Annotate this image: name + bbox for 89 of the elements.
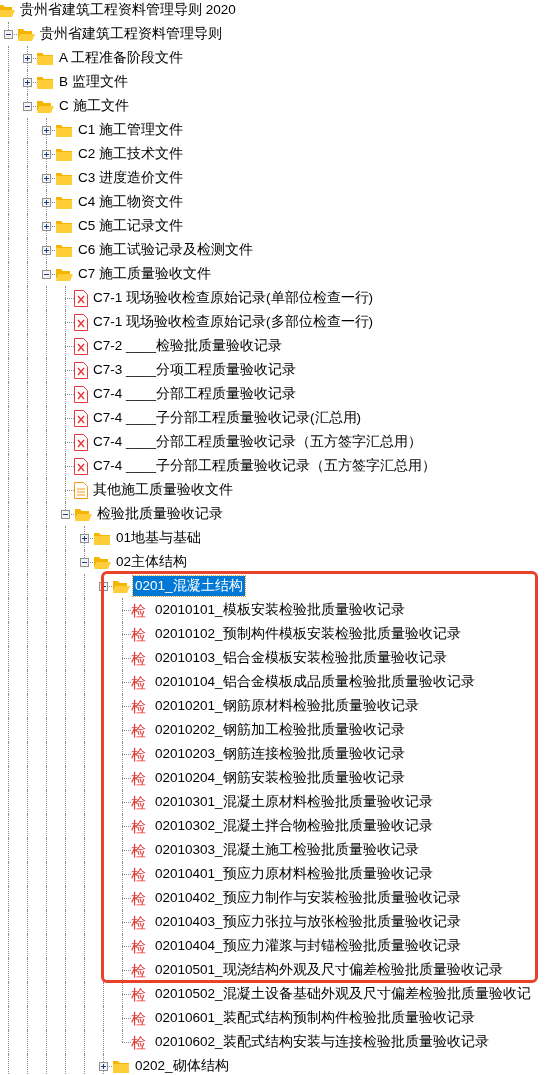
tree-item[interactable]: 02010102_预制构件模板安装检验批质量验收记录 (153, 623, 463, 645)
tree-item[interactable]: C2 施工技术文件 (76, 143, 185, 165)
tree-item[interactable]: C7-2 ____检验批质量验收记录 (91, 335, 285, 357)
tree-item[interactable]: C7-4 ____分部工程质量验收记录 (91, 383, 299, 405)
inspection-badge-icon: 检 (131, 602, 150, 618)
collapse-button[interactable] (23, 102, 32, 111)
tree-item[interactable]: 贵州省建筑工程资料管理导则 (38, 23, 224, 45)
inspection-badge-icon: 检 (131, 746, 150, 762)
collapse-button[interactable] (99, 582, 108, 591)
inspection-badge-icon: 检 (131, 818, 150, 834)
expand-button[interactable] (23, 54, 32, 63)
inspection-badge-icon: 检 (131, 866, 150, 882)
tree-item[interactable]: C5 施工记录文件 (76, 215, 185, 237)
inspection-badge-icon: 检 (131, 626, 150, 642)
inspection-badge-icon: 检 (131, 1010, 150, 1026)
inspection-badge-icon: 检 (131, 962, 150, 978)
tree-item[interactable]: C7-3 ____分项工程质量验收记录 (91, 359, 299, 381)
tree-item[interactable]: 02010201_钢筋原材料检验批质量验收记录 (153, 695, 421, 717)
expand-button[interactable] (42, 246, 51, 255)
inspection-badge-icon: 检 (131, 986, 150, 1002)
tree-item[interactable]: 其他施工质量验收文件 (91, 479, 235, 501)
inspection-badge-icon: 检 (131, 770, 150, 786)
tree-item[interactable]: 02010402_预应力制作与安装检验批质量验收记录 (153, 887, 463, 909)
tree-item[interactable]: A 工程准备阶段文件 (57, 47, 185, 69)
collapse-button[interactable] (4, 30, 13, 39)
tree-item[interactable]: C7-4 ____子分部工程质量验收记录（五方签字汇总用） (91, 455, 439, 477)
tree-item[interactable]: C 施工文件 (57, 95, 131, 117)
crossed-document-icon (74, 313, 88, 331)
crossed-document-icon (74, 433, 88, 451)
collapse-button[interactable] (61, 510, 70, 519)
tree-item[interactable]: 02010302_混凝土拌合物检验批质量验收记录 (153, 815, 435, 837)
tree-item[interactable]: 贵州省建筑工程资料管理导则 2020 (18, 0, 238, 21)
tree-item[interactable]: C7-4 ____子分部工程质量验收记录(汇总用) (91, 407, 364, 429)
tree-item[interactable]: 02010103_铝合金模板安装检验批质量验收记录 (153, 647, 449, 669)
crossed-document-icon (74, 457, 88, 475)
tree-item[interactable]: 02主体结构 (114, 551, 190, 573)
inspection-badge-icon: 检 (131, 1034, 150, 1050)
expand-button[interactable] (42, 174, 51, 183)
inspection-badge-icon: 检 (131, 914, 150, 930)
document-icon (74, 481, 88, 499)
expand-button[interactable] (80, 534, 89, 543)
tree-item[interactable]: 02010502_混凝土设备基础外观及尺寸偏差检验批质量验收记 (153, 983, 533, 1005)
tree-item[interactable]: C7-4 ____分部工程质量验收记录（五方签字汇总用） (91, 431, 425, 453)
tree-item[interactable]: 02010203_钢筋连接检验批质量验收记录 (153, 743, 407, 765)
tree-item[interactable]: 01地基与基础 (114, 527, 204, 549)
expand-button[interactable] (42, 126, 51, 135)
tree-item[interactable]: 02010301_混凝土原材料检验批质量验收记录 (153, 791, 435, 813)
tree-item[interactable]: 检验批质量验收记录 (95, 503, 225, 525)
tree-item[interactable]: 0201_混凝土结构 (133, 575, 245, 597)
tree-item[interactable]: 0202_砌体结构 (133, 1055, 231, 1075)
crossed-document-icon (74, 385, 88, 403)
tree-item[interactable]: 02010101_模板安装检验批质量验收记录 (153, 599, 407, 621)
inspection-badge-icon: 检 (131, 722, 150, 738)
tree-item[interactable]: 02010401_预应力原材料检验批质量验收记录 (153, 863, 435, 885)
crossed-document-icon (74, 361, 88, 379)
tree-item[interactable]: C4 施工物资文件 (76, 191, 185, 213)
tree-item[interactable]: 02010303_混凝土施工检验批质量验收记录 (153, 839, 421, 861)
crossed-document-icon (74, 289, 88, 307)
tree-item[interactable]: C6 施工试验记录及检测文件 (76, 239, 255, 261)
tree-item[interactable]: C1 施工管理文件 (76, 119, 185, 141)
expand-button[interactable] (42, 198, 51, 207)
tree-item[interactable]: B 监理文件 (57, 71, 130, 93)
crossed-document-icon (74, 337, 88, 355)
expand-button[interactable] (99, 1062, 108, 1071)
inspection-badge-icon: 检 (131, 650, 150, 666)
expand-button[interactable] (42, 150, 51, 159)
inspection-badge-icon: 检 (131, 938, 150, 954)
tree-item[interactable]: 02010602_装配式结构安装与连接检验批质量验收记录 (153, 1031, 491, 1053)
tree-item[interactable]: C3 进度造价文件 (76, 167, 185, 189)
tree-item[interactable]: 02010404_预应力灌浆与封锚检验批质量验收记录 (153, 935, 463, 957)
inspection-badge-icon: 检 (131, 698, 150, 714)
expand-button[interactable] (42, 222, 51, 231)
collapse-button[interactable] (42, 270, 51, 279)
tree-item[interactable]: 02010204_钢筋安装检验批质量验收记录 (153, 767, 407, 789)
tree-item[interactable]: 02010501_现浇结构外观及尺寸偏差检验批质量验收记录 (153, 959, 505, 981)
tree-item[interactable]: 02010202_钢筋加工检验批质量验收记录 (153, 719, 407, 741)
tree-item[interactable]: 02010601_装配式结构预制构件检验批质量验收记录 (153, 1007, 477, 1029)
crossed-document-icon (74, 409, 88, 427)
tree-item[interactable]: C7-1 现场验收检查原始记录(多部位检查一行) (91, 311, 375, 333)
tree-item[interactable]: C7-1 现场验收检查原始记录(单部位检查一行) (91, 287, 375, 309)
expand-button[interactable] (23, 78, 32, 87)
tree-item[interactable]: 02010403_预应力张拉与放张检验批质量验收记录 (153, 911, 463, 933)
tree-item[interactable]: C7 施工质量验收文件 (76, 263, 213, 285)
inspection-badge-icon: 检 (131, 842, 150, 858)
tree-item[interactable]: 02010104_铝合金模板成品质量检验批质量验收记录 (153, 671, 477, 693)
inspection-badge-icon: 检 (131, 674, 150, 690)
inspection-badge-icon: 检 (131, 890, 150, 906)
collapse-button[interactable] (80, 558, 89, 567)
inspection-badge-icon: 检 (131, 794, 150, 810)
